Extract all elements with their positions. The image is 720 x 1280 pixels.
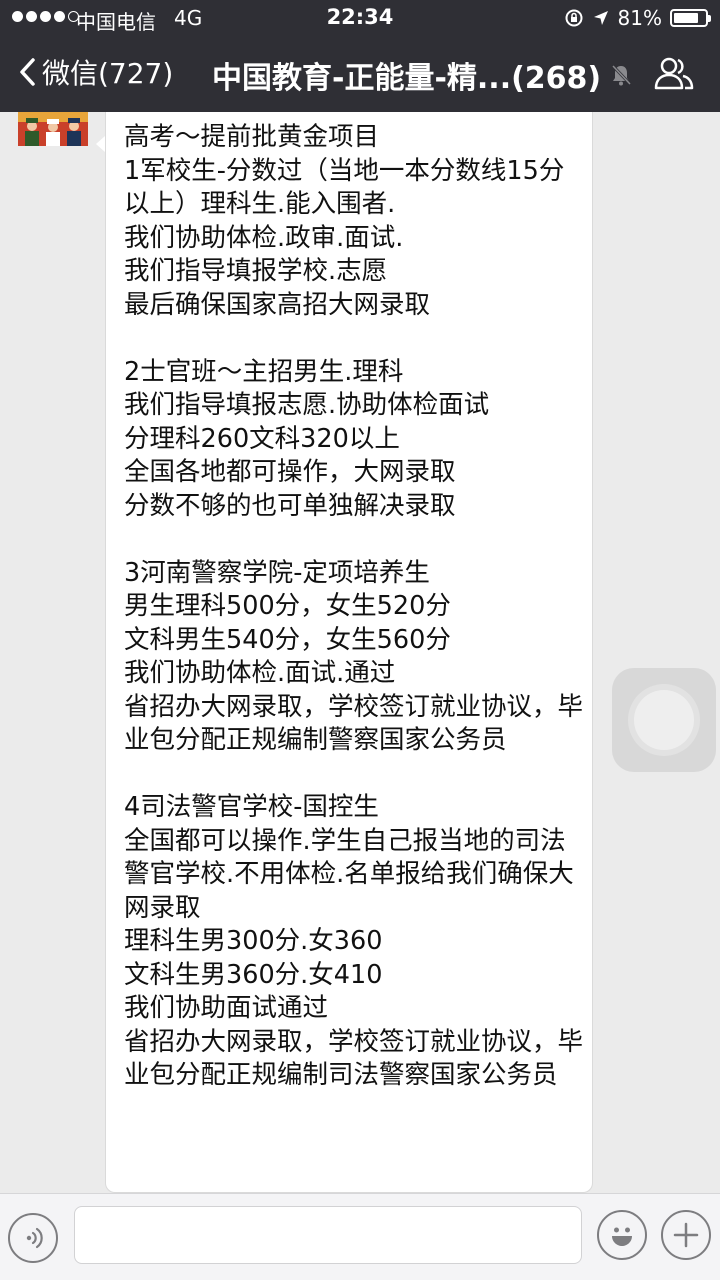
mute-bell-icon [611, 64, 632, 86]
chat-input-bar [0, 1193, 720, 1280]
bubble-tail [96, 136, 105, 152]
group-members-icon[interactable] [654, 56, 694, 90]
chat-title: 中国教育-正能量-精...(268) [212, 61, 602, 96]
plus-icon [673, 1222, 699, 1248]
emoji-button[interactable] [597, 1210, 647, 1260]
battery-level-fill [674, 13, 699, 23]
assistive-touch-button[interactable] [612, 668, 716, 772]
emoji-icon [612, 1227, 632, 1246]
status-bar: 中国电信 4G 22:34 81% [0, 0, 720, 36]
status-right-group: 81% [564, 6, 711, 30]
battery-percent: 81% [617, 6, 662, 30]
more-button[interactable] [661, 1210, 711, 1260]
location-arrow-icon [593, 11, 608, 25]
back-label: 微信(727) [42, 57, 174, 90]
message-input[interactable] [74, 1206, 582, 1264]
battery-icon [670, 9, 711, 27]
message-text: 高考～提前批黄金项目 1军校生-分数过（当地一本分数线15分以上）理科生.能入围… [124, 122, 584, 1090]
voice-button[interactable] [8, 1213, 58, 1263]
header: 中国电信 4G 22:34 81% 微信(727) 中国教育-正能量-精...(… [0, 0, 720, 112]
nav-bar: 微信(727) 中国教育-正能量-精...(268) [0, 36, 720, 112]
sender-avatar[interactable] [18, 112, 88, 146]
back-button[interactable]: 微信(727) [18, 52, 173, 92]
voice-icon [26, 1227, 43, 1249]
message-bubble[interactable]: 高考～提前批黄金项目 1军校生-分数过（当地一本分数线15分以上）理科生.能入围… [105, 112, 593, 1193]
rotation-lock-icon [565, 9, 583, 27]
assistive-touch-icon [634, 690, 694, 750]
chevron-left-icon [20, 58, 35, 86]
